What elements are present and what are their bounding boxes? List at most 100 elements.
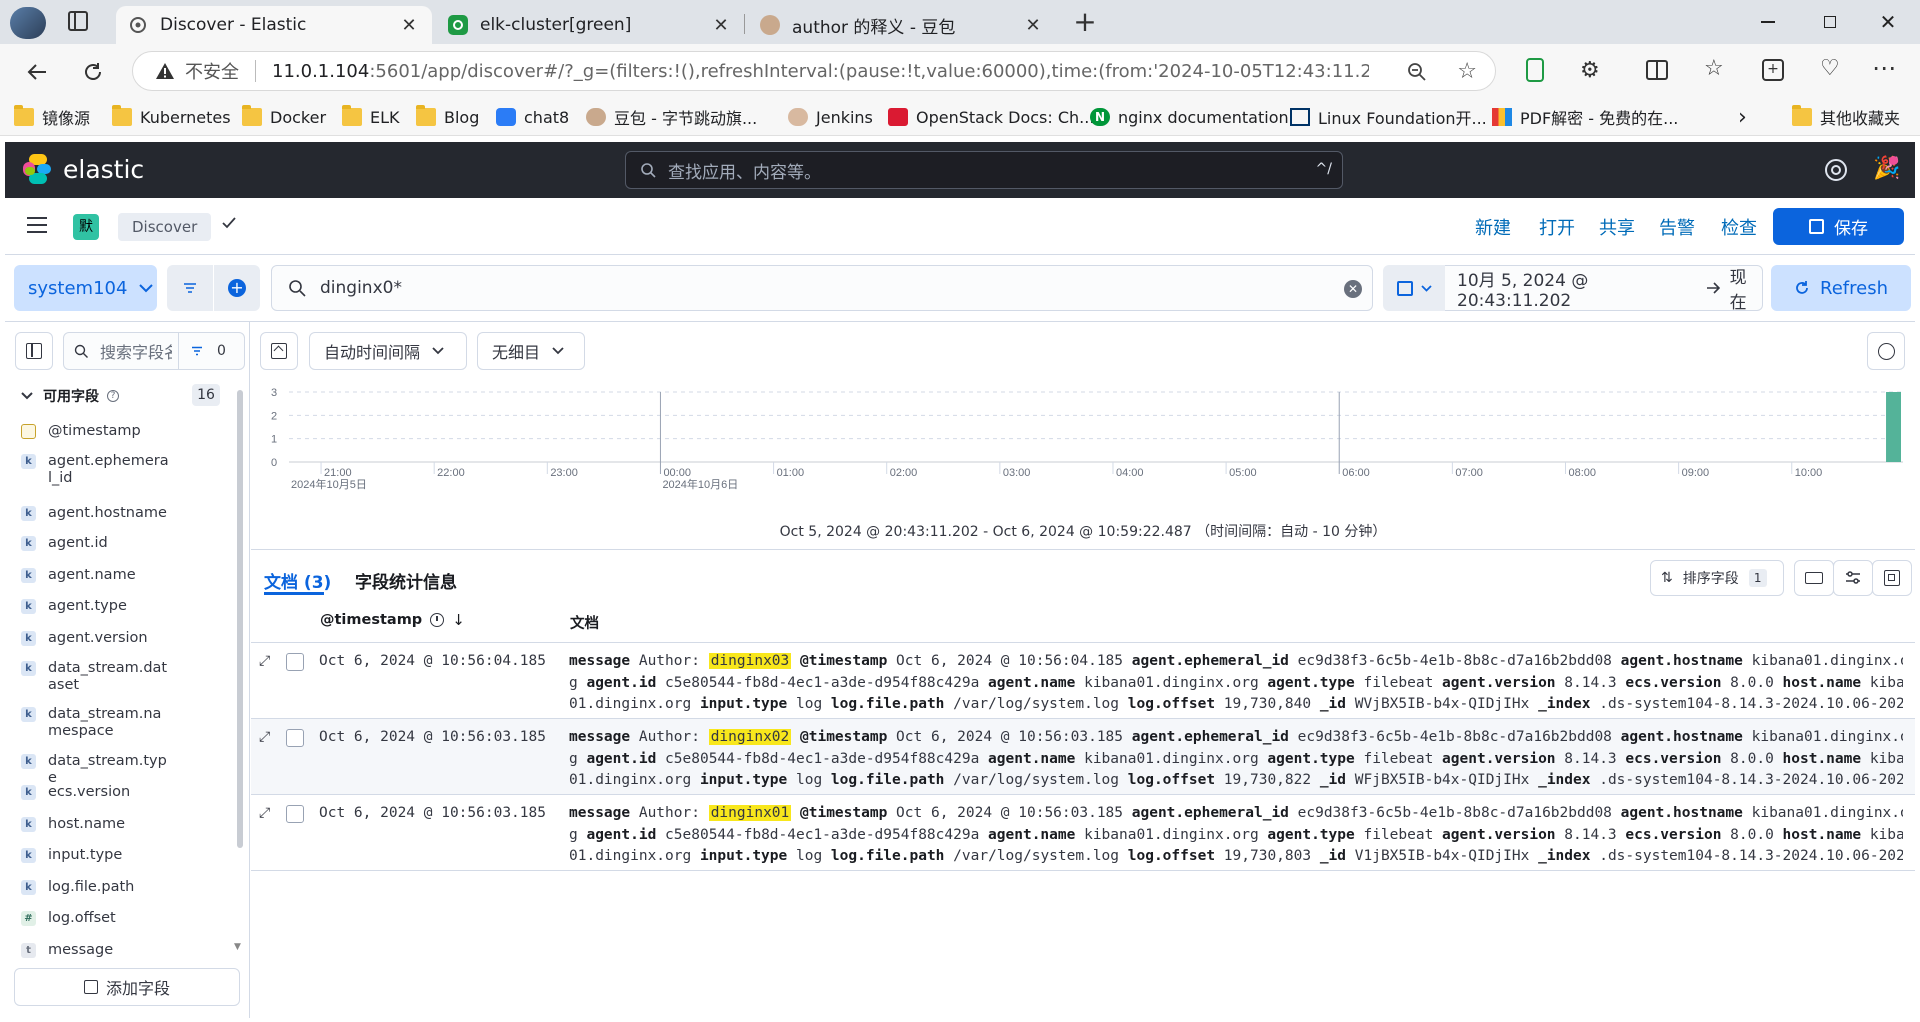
split-screen-icon[interactable] — [1646, 60, 1668, 80]
interval-select[interactable]: 自动时间间隔 — [309, 332, 467, 370]
extensions-icon[interactable]: ⚙ — [1580, 58, 1600, 83]
query-input[interactable]: dinginx0* ✕ — [271, 265, 1373, 311]
fullscreen-button[interactable] — [1872, 560, 1912, 596]
save-button[interactable]: 保存 — [1773, 208, 1904, 245]
field-item[interactable]: k data_stream.type — [21, 753, 171, 787]
row-checkbox[interactable] — [286, 729, 304, 747]
breadcrumb[interactable]: Discover — [118, 213, 212, 241]
sidebar-scrollbar[interactable] — [237, 390, 243, 848]
scroll-down-icon[interactable]: ▼ — [234, 942, 241, 952]
restore-icon[interactable] — [1818, 10, 1842, 34]
warning-icon[interactable] — [155, 61, 175, 81]
close-window-icon[interactable]: ✕ — [1876, 10, 1900, 34]
bookmark-blog[interactable]: Blog — [416, 104, 479, 130]
menu-new[interactable]: 新建 — [1475, 214, 1511, 240]
field-item[interactable]: k data_stream.namespace — [21, 706, 171, 740]
bookmark-linux-foundation[interactable]: Linux Foundation开... — [1290, 104, 1487, 130]
bookmark-nginx[interactable]: Nnginx documentation — [1090, 104, 1289, 130]
chart-options-button[interactable] — [1867, 332, 1905, 370]
tab-documents[interactable]: 文档 (3) — [264, 568, 331, 593]
url-path[interactable]: :5601/app/discover#/?_g=(filters:!(),ref… — [369, 61, 1369, 82]
bookmark-openstack[interactable]: OpenStack Docs: Ch... — [888, 104, 1094, 130]
field-item[interactable]: k agent.name — [21, 567, 171, 584]
data-view-picker[interactable]: system104 — [14, 265, 157, 311]
bookmark-doubao[interactable]: 豆包 - 字节跳动旗... — [586, 104, 757, 130]
bookmark-chat8[interactable]: chat8 — [496, 104, 569, 130]
url-host[interactable]: 11.0.1.104 — [272, 61, 369, 82]
bookmark-kubernetes[interactable]: Kubernetes — [112, 104, 231, 130]
clear-query-icon[interactable]: ✕ — [1344, 280, 1362, 298]
bookmark-docker[interactable]: Docker — [242, 104, 326, 130]
bookmark-mirror[interactable]: 镜像源 — [14, 104, 90, 130]
field-item[interactable]: k ecs.version — [21, 784, 171, 801]
field-item[interactable]: k input.type — [21, 847, 171, 864]
menu-inspect[interactable]: 检查 — [1721, 214, 1757, 240]
refresh-button[interactable]: Refresh — [1771, 265, 1911, 311]
field-item[interactable]: k host.name — [21, 816, 171, 833]
menu-share[interactable]: 共享 — [1599, 214, 1635, 240]
close-tab-icon[interactable]: ✕ — [1022, 15, 1044, 36]
field-filter-icon[interactable] — [191, 346, 203, 356]
close-tab-icon[interactable]: ✕ — [710, 15, 732, 36]
reload-icon[interactable] — [78, 57, 108, 87]
table-row[interactable]: ⤢ Oct 6, 2024 @ 10:56:04.185 message Autho… — [251, 643, 1915, 719]
tab-elk-cluster[interactable]: elk-cluster[green] ✕ — [436, 6, 744, 44]
start-date[interactable]: 10月 5, 2024 @ 20:43:11.202 — [1457, 266, 1696, 311]
elastic-logo[interactable]: elastic — [23, 154, 144, 184]
more-menu-icon[interactable]: ⋯ — [1872, 54, 1897, 82]
help-icon[interactable] — [1825, 159, 1847, 181]
field-item[interactable]: # log.offset — [21, 910, 171, 927]
bookmark-other[interactable]: 其他收藏夹 — [1792, 104, 1900, 130]
zoom-icon[interactable] — [1407, 62, 1427, 82]
date-range[interactable]: 10月 5, 2024 @ 20:43:11.202 现在 — [1445, 265, 1763, 313]
menu-open[interactable]: 打开 — [1539, 214, 1575, 240]
toggle-histogram-button[interactable] — [260, 332, 298, 370]
close-tab-icon[interactable]: ✕ — [398, 15, 420, 36]
add-filter-button[interactable]: + — [214, 265, 260, 311]
minimize-icon[interactable] — [1756, 10, 1780, 34]
table-row[interactable]: ⤢ Oct 6, 2024 @ 10:56:03.185 message Autho… — [251, 719, 1915, 795]
bookmark-pdf[interactable]: PDF解密 - 免费的在... — [1492, 104, 1678, 130]
field-item[interactable]: k log.file.path — [21, 879, 171, 896]
bookmark-jenkins[interactable]: Jenkins — [788, 104, 873, 130]
filter-menu-button[interactable] — [167, 265, 213, 311]
table-row[interactable]: ⤢ Oct 6, 2024 @ 10:56:03.185 message Autho… — [251, 795, 1915, 871]
field-search-input[interactable]: 搜索字段名称 0 — [63, 332, 245, 370]
field-item[interactable]: @timestamp — [21, 423, 171, 440]
row-checkbox[interactable] — [286, 653, 304, 671]
bookmark-elk[interactable]: ELK — [342, 104, 400, 130]
field-item[interactable]: k agent.type — [21, 598, 171, 615]
address-bar[interactable]: 不安全 11.0.1.104 :5601/app/discover#/?_g=(… — [132, 51, 1496, 91]
tab-actions-icon[interactable] — [68, 11, 88, 31]
extension-green-icon[interactable] — [1526, 58, 1544, 82]
sort-fields-button[interactable]: ⇅ 排序字段 1 — [1650, 560, 1784, 596]
favorites-icon[interactable]: ☆ — [1704, 56, 1724, 81]
tab-discover[interactable]: Discover - Elastic ✕ — [116, 6, 432, 44]
security-label[interactable]: 不安全 — [185, 58, 239, 84]
field-item[interactable]: k data_stream.dataset — [21, 660, 171, 694]
keyboard-shortcuts-button[interactable] — [1794, 560, 1834, 596]
expand-row-icon[interactable]: ⤢ — [259, 653, 270, 669]
expand-row-icon[interactable]: ⤢ — [259, 729, 270, 745]
sort-desc-icon[interactable]: ↓ — [452, 611, 465, 629]
menu-alerts[interactable]: 告警 — [1659, 214, 1695, 240]
global-search[interactable]: 查找应用、内容等。 ^/ — [625, 151, 1343, 189]
collapse-sidebar-button[interactable] — [15, 332, 53, 370]
browser-essentials-icon[interactable]: ♡ — [1820, 56, 1840, 81]
new-tab-icon[interactable]: + — [1072, 8, 1098, 36]
breakdown-select[interactable]: 无细目 — [477, 332, 585, 370]
field-item[interactable]: k agent.ephemeral_id — [21, 453, 171, 487]
tab-field-statistics[interactable]: 字段统计信息 — [355, 568, 457, 593]
tab-doubao[interactable]: author 的释义 - 豆包 ✕ — [748, 6, 1056, 44]
space-avatar[interactable]: 默 — [73, 214, 99, 240]
field-item[interactable]: k agent.version — [21, 630, 171, 647]
display-settings-button[interactable] — [1833, 560, 1873, 596]
field-item[interactable]: k agent.hostname — [21, 505, 171, 522]
favorite-star-icon[interactable]: ☆ — [1457, 61, 1477, 83]
bookmarks-overflow-icon[interactable]: › — [1738, 104, 1747, 130]
profile-avatar[interactable] — [10, 7, 46, 39]
nav-menu-icon[interactable] — [27, 217, 47, 233]
field-item[interactable]: k agent.id — [21, 535, 171, 552]
field-item[interactable]: t message — [21, 942, 171, 959]
back-icon[interactable] — [22, 57, 52, 87]
